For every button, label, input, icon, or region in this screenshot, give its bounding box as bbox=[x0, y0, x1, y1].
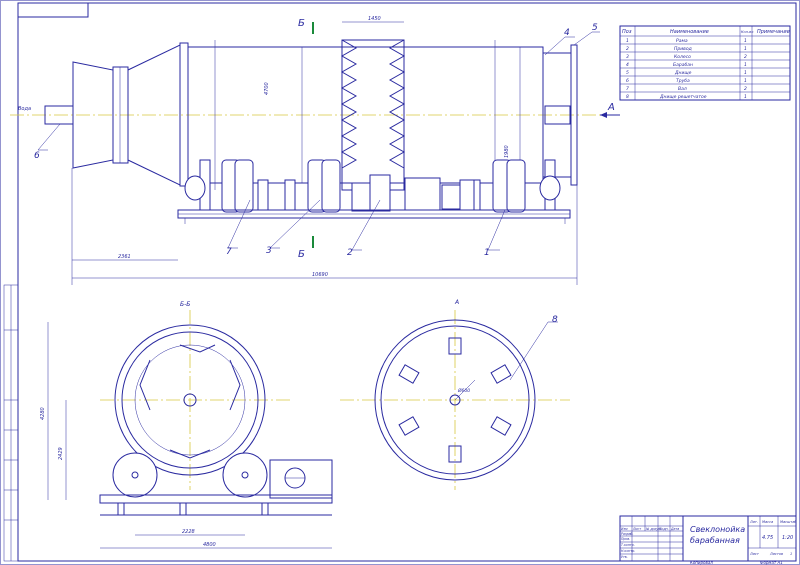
dim-height-1: 4280 bbox=[40, 407, 46, 420]
bom-header-name: Наименование bbox=[670, 29, 709, 35]
bearing-left bbox=[184, 175, 206, 201]
format-label: Формат А1 bbox=[760, 560, 783, 565]
bom-row-name: Рама bbox=[676, 38, 688, 44]
bom-row-pos: 4 bbox=[626, 62, 629, 68]
pos-7: 7 bbox=[226, 247, 232, 257]
blades-left bbox=[340, 39, 406, 169]
sheet-label: Лист bbox=[749, 552, 760, 556]
bom-header-qty: Кол-во bbox=[741, 30, 753, 34]
stamp-data: Дата bbox=[670, 527, 679, 531]
bom-row-qty: 1 bbox=[744, 70, 747, 76]
bom-row-name: Днище решетчатое bbox=[659, 94, 707, 100]
position-leaders bbox=[37, 31, 600, 251]
pos-4: 4 bbox=[564, 28, 570, 38]
bom-row-name: Труба bbox=[676, 78, 690, 84]
bom-row-pos: 5 bbox=[626, 70, 629, 76]
section-letter-top: Б bbox=[298, 18, 305, 29]
dim-height-2: 2429 bbox=[58, 447, 64, 460]
drive-unit-2 bbox=[351, 174, 475, 212]
dim-top: 1450 bbox=[368, 16, 381, 22]
gearbox bbox=[269, 459, 333, 499]
copied-label: Копировал bbox=[690, 560, 713, 565]
stamp-izm: Изм bbox=[621, 527, 628, 531]
top-left-stamp bbox=[17, 2, 89, 18]
stamp-razrab: Разраб. bbox=[621, 532, 634, 536]
section-view-bb: Б-Б 4280 2429 2228 4800 bbox=[40, 301, 333, 549]
bom-row-qty: 2 bbox=[744, 54, 747, 60]
bearing-right bbox=[539, 175, 561, 201]
dim-wheel: 1980 bbox=[504, 145, 510, 158]
left-margin-strips bbox=[3, 284, 19, 562]
view-a-title: А bbox=[454, 299, 459, 306]
pos-3: 3 bbox=[266, 246, 272, 256]
bom-row-pos: 2 bbox=[626, 46, 629, 52]
stamp-nkontr: Н.контр. bbox=[621, 549, 635, 553]
view-a: А Ø600 8 bbox=[340, 299, 570, 490]
title-block: Изм Лист № докум. Подп. Дата Разраб. Про… bbox=[619, 515, 797, 562]
bom-row-qty: 1 bbox=[744, 78, 747, 84]
sheets-label: Листов bbox=[769, 552, 783, 556]
main-elevation-view: Б Б 1450 4700 1980 2361 10690 Вода А 1 2… bbox=[10, 16, 620, 285]
wheel-right bbox=[222, 452, 268, 498]
water-label: Вода bbox=[18, 106, 31, 112]
bom-row-qty: 1 bbox=[744, 38, 747, 44]
wheel-left bbox=[112, 452, 158, 498]
stamp-lit: Лит. bbox=[749, 520, 758, 524]
pos-1: 1 bbox=[484, 248, 490, 258]
drawing-sheet: Б Б 1450 4700 1980 2361 10690 Вода А 1 2… bbox=[0, 0, 800, 565]
bom-header-pos: Поз bbox=[622, 29, 632, 35]
drawing-title-1: Свеклонойка bbox=[690, 525, 745, 534]
stamp-prov: Пров. bbox=[621, 537, 630, 541]
stamp-list: Лист bbox=[632, 527, 641, 531]
scale-value: 1:20 bbox=[782, 535, 793, 541]
stamp-utv: Утв. bbox=[621, 555, 628, 559]
bom-table: Поз Наименование Кол-во Примечание 1 Рам… bbox=[619, 25, 791, 101]
drum-flange bbox=[179, 42, 189, 187]
pos-5: 5 bbox=[592, 23, 598, 33]
bom-row-qty: 1 bbox=[744, 46, 747, 52]
bom-row-pos: 8 bbox=[626, 94, 629, 100]
bom-row-name: Колесо bbox=[674, 54, 691, 60]
grate-diameter: Ø600 bbox=[457, 387, 470, 394]
dim-bottom-2: 4800 bbox=[203, 542, 216, 548]
bom-row-pos: 1 bbox=[626, 38, 629, 44]
stamp-tkontr: Т.контр. bbox=[621, 543, 635, 547]
dim-bottom-1: 2228 bbox=[182, 529, 195, 535]
stamp-masht: Масштаб bbox=[780, 520, 797, 524]
mass-value: 4.75 bbox=[762, 535, 773, 541]
stamp-massa: Масса bbox=[762, 520, 773, 524]
stamp-podp: Подп. bbox=[659, 527, 669, 531]
bom-row-name: Днище bbox=[674, 70, 692, 76]
section-letter-bottom: Б bbox=[298, 249, 305, 260]
dim-left: 2361 bbox=[118, 254, 131, 260]
view-arrow-a bbox=[600, 112, 607, 118]
bom-row-qty: 1 bbox=[744, 62, 747, 68]
pos-6: 6 bbox=[34, 151, 40, 161]
dim-total: 10690 bbox=[312, 272, 328, 278]
view-a-letter: А bbox=[607, 102, 615, 113]
bom-row-name: Вал bbox=[678, 86, 687, 92]
bom-row-name: Привод bbox=[674, 46, 692, 52]
pos-8: 8 bbox=[552, 315, 558, 325]
bom-header-note: Примечание bbox=[757, 29, 790, 35]
section-view-title: Б-Б bbox=[180, 301, 190, 308]
bom-row-pos: 3 bbox=[626, 54, 629, 60]
bom-row-pos: 6 bbox=[626, 78, 629, 84]
sheets-value: 1 bbox=[790, 552, 792, 556]
drawing-title-2: барабанная bbox=[690, 536, 740, 545]
bom-row-qty: 1 bbox=[744, 94, 747, 100]
bom-rows: 1 Рама 1 2 Привод 1 3 Колесо 2 4 Барабан… bbox=[626, 38, 747, 100]
bom-row-pos: 7 bbox=[626, 86, 629, 92]
pos-2: 2 bbox=[347, 248, 353, 258]
bom-row-qty: 2 bbox=[744, 86, 747, 92]
bom-row-name: Барабан bbox=[673, 62, 693, 68]
dim-drum: 4700 bbox=[264, 82, 270, 95]
